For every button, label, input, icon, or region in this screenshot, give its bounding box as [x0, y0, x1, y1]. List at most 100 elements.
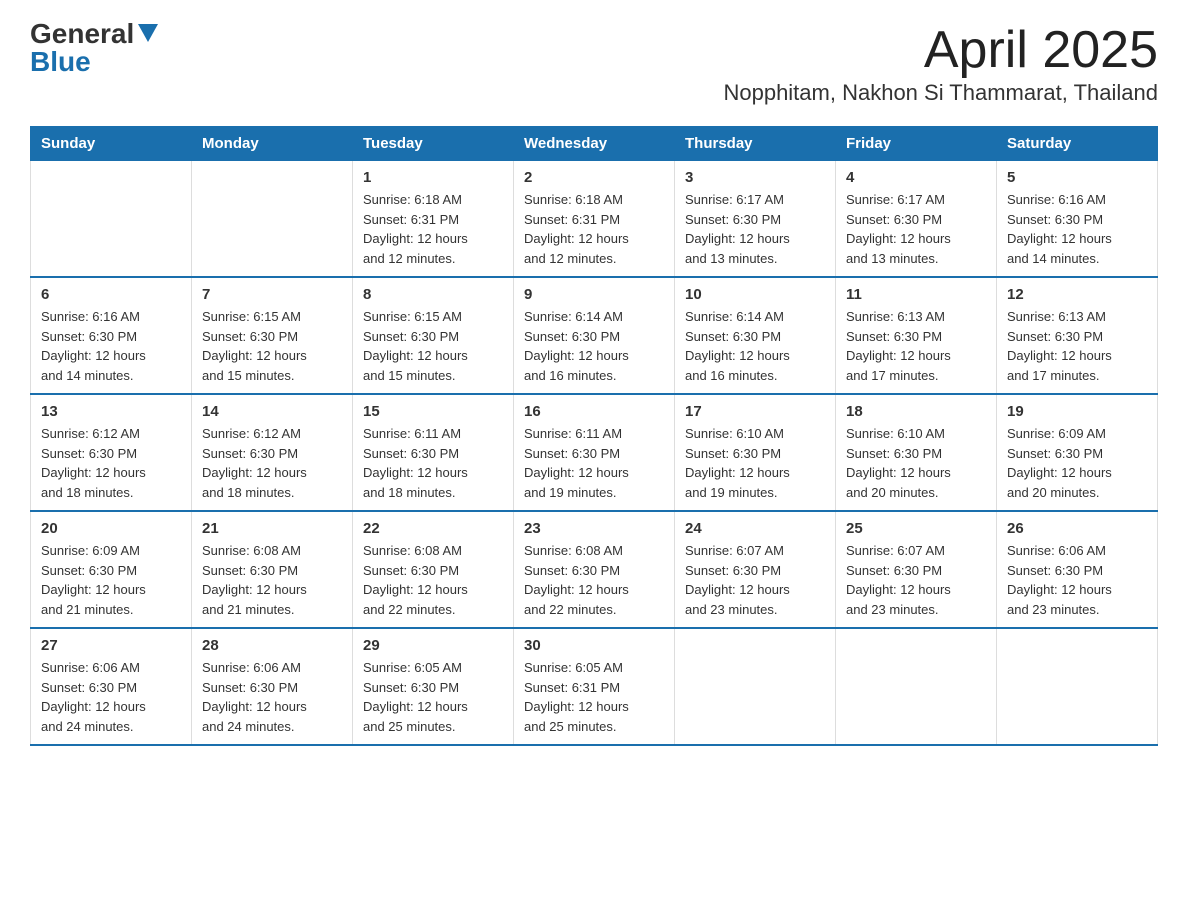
calendar-cell: 12 Sunrise: 6:13 AM Sunset: 6:30 PM Dayli… — [997, 277, 1158, 394]
day-info: Sunrise: 6:07 AM Sunset: 6:30 PM Dayligh… — [846, 541, 986, 619]
calendar-cell — [192, 161, 353, 278]
calendar-cell: 22 Sunrise: 6:08 AM Sunset: 6:30 PM Dayli… — [353, 511, 514, 628]
day-info: Sunrise: 6:10 AM Sunset: 6:30 PM Dayligh… — [846, 424, 986, 502]
day-number: 18 — [846, 403, 986, 420]
day-number: 14 — [202, 403, 342, 420]
calendar-cell: 30 Sunrise: 6:05 AM Sunset: 6:31 PM Dayli… — [514, 628, 675, 745]
day-number: 6 — [41, 286, 181, 303]
calendar-cell: 18 Sunrise: 6:10 AM Sunset: 6:30 PM Dayli… — [836, 394, 997, 511]
day-number: 5 — [1007, 169, 1147, 186]
day-info: Sunrise: 6:16 AM Sunset: 6:30 PM Dayligh… — [41, 307, 181, 385]
day-number: 30 — [524, 637, 664, 654]
day-info: Sunrise: 6:05 AM Sunset: 6:31 PM Dayligh… — [524, 658, 664, 736]
day-number: 25 — [846, 520, 986, 537]
page-header: General Blue April 2025 Nopphitam, Nakho… — [30, 20, 1158, 120]
calendar-cell — [675, 628, 836, 745]
day-number: 17 — [685, 403, 825, 420]
day-info: Sunrise: 6:17 AM Sunset: 6:30 PM Dayligh… — [846, 190, 986, 268]
header-monday: Monday — [192, 127, 353, 161]
calendar-cell: 1 Sunrise: 6:18 AM Sunset: 6:31 PM Daylig… — [353, 161, 514, 278]
calendar-week-row: 1 Sunrise: 6:18 AM Sunset: 6:31 PM Daylig… — [31, 161, 1158, 278]
header-thursday: Thursday — [675, 127, 836, 161]
header-sunday: Sunday — [31, 127, 192, 161]
day-info: Sunrise: 6:18 AM Sunset: 6:31 PM Dayligh… — [524, 190, 664, 268]
header-wednesday: Wednesday — [514, 127, 675, 161]
calendar-cell — [836, 628, 997, 745]
day-info: Sunrise: 6:11 AM Sunset: 6:30 PM Dayligh… — [363, 424, 503, 502]
day-info: Sunrise: 6:12 AM Sunset: 6:30 PM Dayligh… — [41, 424, 181, 502]
day-info: Sunrise: 6:09 AM Sunset: 6:30 PM Dayligh… — [41, 541, 181, 619]
calendar-cell: 5 Sunrise: 6:16 AM Sunset: 6:30 PM Daylig… — [997, 161, 1158, 278]
day-number: 16 — [524, 403, 664, 420]
day-info: Sunrise: 6:05 AM Sunset: 6:30 PM Dayligh… — [363, 658, 503, 736]
day-info: Sunrise: 6:17 AM Sunset: 6:30 PM Dayligh… — [685, 190, 825, 268]
day-info: Sunrise: 6:08 AM Sunset: 6:30 PM Dayligh… — [524, 541, 664, 619]
calendar-cell: 2 Sunrise: 6:18 AM Sunset: 6:31 PM Daylig… — [514, 161, 675, 278]
day-info: Sunrise: 6:16 AM Sunset: 6:30 PM Dayligh… — [1007, 190, 1147, 268]
day-info: Sunrise: 6:18 AM Sunset: 6:31 PM Dayligh… — [363, 190, 503, 268]
day-number: 29 — [363, 637, 503, 654]
day-number: 20 — [41, 520, 181, 537]
day-number: 24 — [685, 520, 825, 537]
day-number: 19 — [1007, 403, 1147, 420]
day-info: Sunrise: 6:06 AM Sunset: 6:30 PM Dayligh… — [202, 658, 342, 736]
day-info: Sunrise: 6:06 AM Sunset: 6:30 PM Dayligh… — [41, 658, 181, 736]
day-info: Sunrise: 6:06 AM Sunset: 6:30 PM Dayligh… — [1007, 541, 1147, 619]
day-number: 27 — [41, 637, 181, 654]
calendar-cell: 13Sunrise: 6:12 AM Sunset: 6:30 PM Dayli… — [31, 394, 192, 511]
day-number: 3 — [685, 169, 825, 186]
day-number: 8 — [363, 286, 503, 303]
day-info: Sunrise: 6:14 AM Sunset: 6:30 PM Dayligh… — [685, 307, 825, 385]
calendar-cell: 29 Sunrise: 6:05 AM Sunset: 6:30 PM Dayli… — [353, 628, 514, 745]
calendar-cell: 11Sunrise: 6:13 AM Sunset: 6:30 PM Dayli… — [836, 277, 997, 394]
logo: General Blue — [30, 20, 158, 76]
month-title: April 2025 — [723, 20, 1158, 80]
calendar-cell: 26 Sunrise: 6:06 AM Sunset: 6:30 PM Dayli… — [997, 511, 1158, 628]
day-info: Sunrise: 6:11 AM Sunset: 6:30 PM Dayligh… — [524, 424, 664, 502]
calendar-cell: 3 Sunrise: 6:17 AM Sunset: 6:30 PM Daylig… — [675, 161, 836, 278]
calendar-week-row: 27 Sunrise: 6:06 AM Sunset: 6:30 PM Dayli… — [31, 628, 1158, 745]
calendar-cell: 25 Sunrise: 6:07 AM Sunset: 6:30 PM Dayli… — [836, 511, 997, 628]
day-number: 4 — [846, 169, 986, 186]
day-info: Sunrise: 6:08 AM Sunset: 6:30 PM Dayligh… — [363, 541, 503, 619]
calendar-cell: 10 Sunrise: 6:14 AM Sunset: 6:30 PM Dayli… — [675, 277, 836, 394]
day-info: Sunrise: 6:13 AM Sunset: 6:30 PM Dayligh… — [1007, 307, 1147, 385]
calendar-cell: 21Sunrise: 6:08 AM Sunset: 6:30 PM Dayli… — [192, 511, 353, 628]
day-number: 11 — [846, 286, 986, 303]
day-info: Sunrise: 6:09 AM Sunset: 6:30 PM Dayligh… — [1007, 424, 1147, 502]
title-block: April 2025 Nopphitam, Nakhon Si Thammara… — [723, 20, 1158, 120]
location-subtitle: Nopphitam, Nakhon Si Thammarat, Thailand — [723, 80, 1158, 106]
day-number: 28 — [202, 637, 342, 654]
day-info: Sunrise: 6:14 AM Sunset: 6:30 PM Dayligh… — [524, 307, 664, 385]
day-info: Sunrise: 6:07 AM Sunset: 6:30 PM Dayligh… — [685, 541, 825, 619]
calendar-cell: 9 Sunrise: 6:14 AM Sunset: 6:30 PM Daylig… — [514, 277, 675, 394]
day-number: 9 — [524, 286, 664, 303]
calendar-cell: 19 Sunrise: 6:09 AM Sunset: 6:30 PM Dayli… — [997, 394, 1158, 511]
calendar-week-row: 13Sunrise: 6:12 AM Sunset: 6:30 PM Dayli… — [31, 394, 1158, 511]
day-number: 7 — [202, 286, 342, 303]
header-saturday: Saturday — [997, 127, 1158, 161]
calendar-cell: 14Sunrise: 6:12 AM Sunset: 6:30 PM Dayli… — [192, 394, 353, 511]
calendar-cell — [997, 628, 1158, 745]
day-number: 2 — [524, 169, 664, 186]
calendar-cell: 16 Sunrise: 6:11 AM Sunset: 6:30 PM Dayli… — [514, 394, 675, 511]
calendar-cell: 8 Sunrise: 6:15 AM Sunset: 6:30 PM Daylig… — [353, 277, 514, 394]
calendar-cell: 28 Sunrise: 6:06 AM Sunset: 6:30 PM Dayli… — [192, 628, 353, 745]
calendar-cell — [31, 161, 192, 278]
calendar-week-row: 20 Sunrise: 6:09 AM Sunset: 6:30 PM Dayli… — [31, 511, 1158, 628]
day-info: Sunrise: 6:10 AM Sunset: 6:30 PM Dayligh… — [685, 424, 825, 502]
calendar-cell: 27 Sunrise: 6:06 AM Sunset: 6:30 PM Dayli… — [31, 628, 192, 745]
day-number: 22 — [363, 520, 503, 537]
day-number: 15 — [363, 403, 503, 420]
day-number: 12 — [1007, 286, 1147, 303]
header-friday: Friday — [836, 127, 997, 161]
day-number: 26 — [1007, 520, 1147, 537]
day-number: 10 — [685, 286, 825, 303]
logo-general-text: General — [30, 20, 134, 48]
logo-triangle-icon — [138, 24, 158, 42]
day-info: Sunrise: 6:15 AM Sunset: 6:30 PM Dayligh… — [363, 307, 503, 385]
calendar-cell: 23Sunrise: 6:08 AM Sunset: 6:30 PM Dayli… — [514, 511, 675, 628]
calendar-table: SundayMondayTuesdayWednesdayThursdayFrid… — [30, 126, 1158, 746]
calendar-cell: 7Sunrise: 6:15 AM Sunset: 6:30 PM Daylig… — [192, 277, 353, 394]
day-number: 1 — [363, 169, 503, 186]
